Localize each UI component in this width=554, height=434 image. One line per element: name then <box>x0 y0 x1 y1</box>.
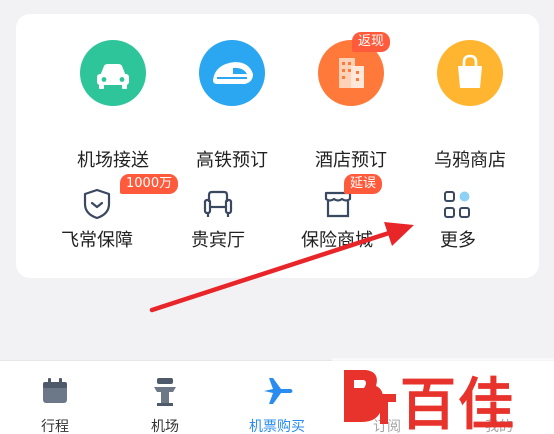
watermark-text: 百佳 <box>400 373 516 434</box>
tab-airport[interactable]: 机场 <box>110 361 220 434</box>
control-tower-icon <box>154 378 176 406</box>
watermark: 百佳 <box>332 358 554 434</box>
tab-label: 机票购买 <box>249 419 305 434</box>
airplane-icon <box>264 378 293 404</box>
calendar-icon <box>43 378 67 403</box>
tab-label: 机场 <box>151 419 179 434</box>
watermark-logo-icon <box>344 370 396 424</box>
tab-itinerary[interactable]: 行程 <box>0 361 110 434</box>
tab-label: 行程 <box>41 419 69 434</box>
tab-buy-tickets[interactable]: 机票购买 <box>222 361 332 434</box>
